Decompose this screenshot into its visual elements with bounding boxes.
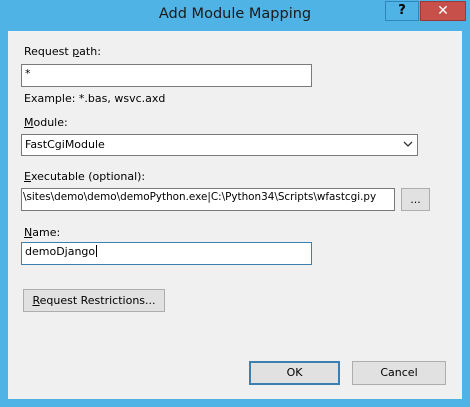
- name-input[interactable]: demoDjango: [21, 242, 312, 265]
- text-caret: [96, 245, 98, 257]
- chevron-down-icon: [403, 141, 413, 147]
- request-path-input[interactable]: *: [21, 64, 312, 87]
- cancel-button[interactable]: Cancel: [352, 361, 446, 385]
- dialog-client-area: Request path: * Example: *.bas, wsvc.axd…: [8, 31, 462, 399]
- request-restrictions-button[interactable]: Request Restrictions...: [23, 289, 165, 312]
- name-input-value: demoDjango: [25, 245, 96, 258]
- module-selected-value: FastCgiModule: [25, 138, 105, 151]
- request-path-label: Request path:: [24, 45, 101, 58]
- close-button[interactable]: ✕: [420, 1, 466, 21]
- add-module-mapping-dialog: Add Module Mapping ? ✕ Request path: * E…: [0, 0, 470, 407]
- help-button[interactable]: ?: [385, 1, 419, 21]
- module-select[interactable]: FastCgiModule: [21, 134, 418, 156]
- module-label: Module:: [24, 116, 68, 129]
- executable-input[interactable]: \sites\demo\demo\demoPython.exe|C:\Pytho…: [21, 188, 395, 211]
- close-icon: ✕: [437, 3, 449, 19]
- ok-button[interactable]: OK: [249, 361, 340, 385]
- title-bar[interactable]: Add Module Mapping ? ✕: [0, 0, 470, 31]
- executable-label: Executable (optional):: [24, 170, 146, 183]
- browse-button[interactable]: ...: [401, 188, 430, 211]
- request-path-example: Example: *.bas, wsvc.axd: [24, 92, 166, 105]
- name-label: Name:: [24, 226, 61, 239]
